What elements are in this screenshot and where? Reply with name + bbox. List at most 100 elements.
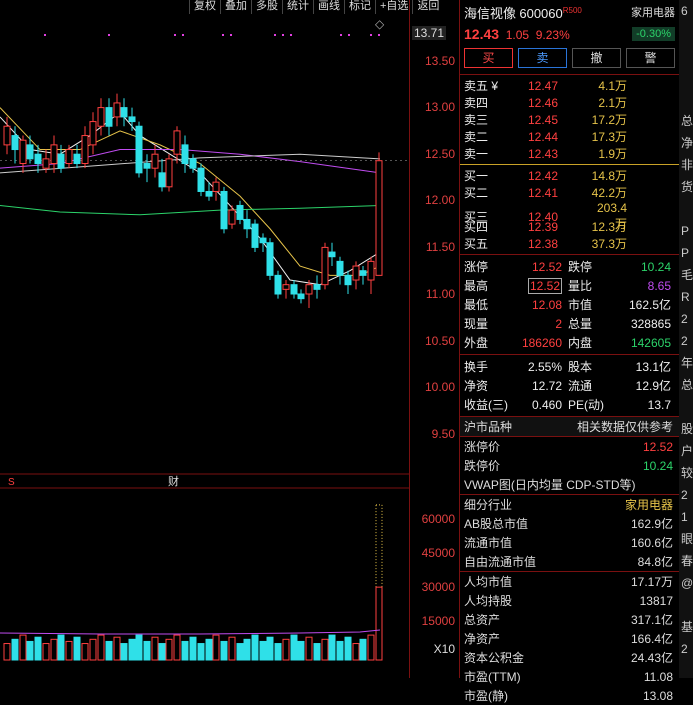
buy-order-row[interactable]: 买五 12.38 37.3万 (460, 235, 679, 252)
volume-bar (19, 634, 27, 661)
axis-tick: 12.50 (424, 147, 455, 161)
order-label: 买五 (464, 237, 489, 251)
cap-value: 84.8亿 (637, 555, 673, 569)
strip-char: 股 (681, 422, 693, 436)
buy-button[interactable]: 买 (464, 48, 513, 68)
volume-bar (65, 640, 73, 661)
stat-row: 最高 12.52 量比 8.65 (460, 276, 679, 295)
volume-bar (113, 636, 121, 661)
order-price: 12.42 (528, 168, 559, 183)
sell-order-row[interactable]: 卖二 12.44 17.3万 (460, 128, 679, 145)
toolbar-stats[interactable]: 统计 (282, 0, 313, 14)
candle-body (26, 144, 34, 160)
signal-dot (340, 34, 342, 36)
stats-block-2: 换手 2.55% 股本 13.1亿 净资 12.72 流通 12.9亿 收益(三) 0.460 PE… (460, 355, 679, 416)
sell-order-row[interactable]: 卖一 12.43 1.9万 (460, 145, 679, 162)
cap-row: 自由流通市值 84.8亿 (460, 552, 679, 571)
order-label: 卖二 (464, 130, 489, 144)
candle-body (128, 116, 136, 123)
sell-order-row[interactable]: 卖四 12.46 2.1万 (460, 94, 679, 111)
toolbar-overlay[interactable]: 叠加 (220, 0, 251, 14)
strip-char: 货 (681, 180, 693, 194)
strip-char: 眼 (681, 532, 693, 546)
order-qty: 17.2万 (591, 113, 627, 127)
fundamental-value: 17.17万 (630, 575, 673, 589)
signal-dot (378, 34, 380, 36)
candle-body (344, 274, 352, 286)
strip-char (679, 198, 693, 220)
order-qty: 1.9万 (598, 147, 627, 161)
order-qty: 2.1万 (598, 96, 627, 110)
axis-tick: 11.00 (425, 287, 455, 301)
vwap-row[interactable]: VWAP图(日内均量 CDP-STD等) (460, 475, 679, 494)
candle-body (42, 158, 50, 169)
order-label: 卖三 (464, 113, 489, 127)
order-qty: 17.3万 (591, 130, 627, 144)
buy-order-row[interactable]: 买三 12.40 203.4万 (460, 201, 679, 231)
cancel-button[interactable]: 撤 (572, 48, 621, 68)
toolbar-draw[interactable]: 画线 (313, 0, 344, 14)
order-qty: 4.1万 (598, 79, 627, 93)
buy-order-row[interactable]: 买四 12.39 12.3万 (460, 218, 679, 235)
buy-order-row[interactable]: 买一 12.42 14.8万 (460, 167, 679, 184)
kline-svg[interactable]: S 财 ◇ (0, 0, 409, 678)
candle-body (19, 139, 27, 165)
toolbar-mark[interactable]: 标记 (344, 0, 375, 14)
volume-bar (328, 634, 336, 661)
alert-button[interactable]: 警 (626, 48, 675, 68)
vwap-label[interactable]: VWAP图(日内均量 CDP-STD等) (464, 476, 636, 493)
fundamental-label: 市盈(TTM) (464, 670, 521, 684)
volume-bar (135, 634, 143, 661)
stat-row: 涨停 12.52 跌停 10.24 (460, 257, 679, 276)
cap-value: 160.6亿 (630, 536, 673, 550)
sell-button[interactable]: 卖 (518, 48, 567, 68)
strip-char: 较 (681, 466, 693, 480)
sell-order-row[interactable]: 卖五 ¥ 12.47 4.1万 (460, 77, 679, 94)
sell-order-row[interactable]: 卖三 12.45 17.2万 (460, 111, 679, 128)
candle-body (105, 107, 113, 127)
stat-value-text: 12.08 (531, 297, 562, 312)
stat-value: 12.72 (531, 378, 562, 393)
volume-bar (143, 640, 151, 661)
order-label: 卖五 ¥ (464, 79, 499, 93)
candle-body (297, 293, 305, 300)
stat-label: 净资 (464, 379, 489, 393)
quote-panel: 海信视像 600060R500 家用电器 12.43 1.05 9.23% -0… (459, 0, 679, 703)
volume-bar (120, 643, 128, 661)
strip-char: 毛 (681, 268, 693, 282)
candle-body (81, 135, 89, 165)
volume-bar (197, 643, 205, 661)
strip-char: 2 (681, 488, 688, 502)
stat-value-text: 12.52 (531, 259, 562, 274)
volume-bar (228, 636, 236, 661)
volume-bar (243, 638, 251, 661)
sell-orderbook: 卖五 ¥ 12.47 4.1万 卖四 12.46 2.1万 卖三 12.45 17.2万 卖二 12… (460, 75, 679, 164)
fundamental-value: 24.43亿 (630, 651, 673, 665)
strip-char: 春 (681, 554, 693, 568)
cap-block: AB股总市值 162.9亿 流通市值 160.6亿 自由流通市值 84.8亿 (460, 514, 679, 571)
stock-header: 海信视像 600060R500 家用电器 (460, 0, 679, 24)
toolbar-multi[interactable]: 多股 (251, 0, 282, 14)
cap-label: AB股总市值 (464, 517, 529, 531)
toolbar-add-watch[interactable]: +自选 (375, 0, 412, 14)
signal-dot (108, 34, 110, 36)
stat-value: 12.9亿 (635, 379, 671, 393)
fundamental-label: 人均市值 (464, 575, 513, 589)
stat-row: 收益(三) 0.460 PE(动) 13.7 (460, 395, 679, 414)
toolbar-fuquan[interactable]: 复权 (189, 0, 220, 14)
order-qty: 42.2万 (591, 186, 627, 200)
signal-dot (230, 34, 232, 36)
order-price: 12.46 (528, 95, 559, 110)
cap-value: 162.9亿 (630, 517, 673, 531)
sector-name[interactable]: 家用电器 (631, 4, 679, 20)
kline-chart[interactable]: S 财 ◇ (0, 0, 409, 678)
stock-title: 海信视像 600060R500 (464, 3, 582, 22)
axis-tick: 9.50 (431, 427, 455, 441)
signal-dot (290, 34, 292, 36)
volume-bar (81, 643, 89, 661)
buy-order-row[interactable]: 买二 12.41 42.2万 (460, 184, 679, 201)
strip-char: 总 (681, 378, 693, 392)
strip-char (679, 66, 693, 88)
industry-value[interactable]: 家用电器 (625, 496, 673, 513)
stat-value: 12.52 (492, 260, 568, 274)
